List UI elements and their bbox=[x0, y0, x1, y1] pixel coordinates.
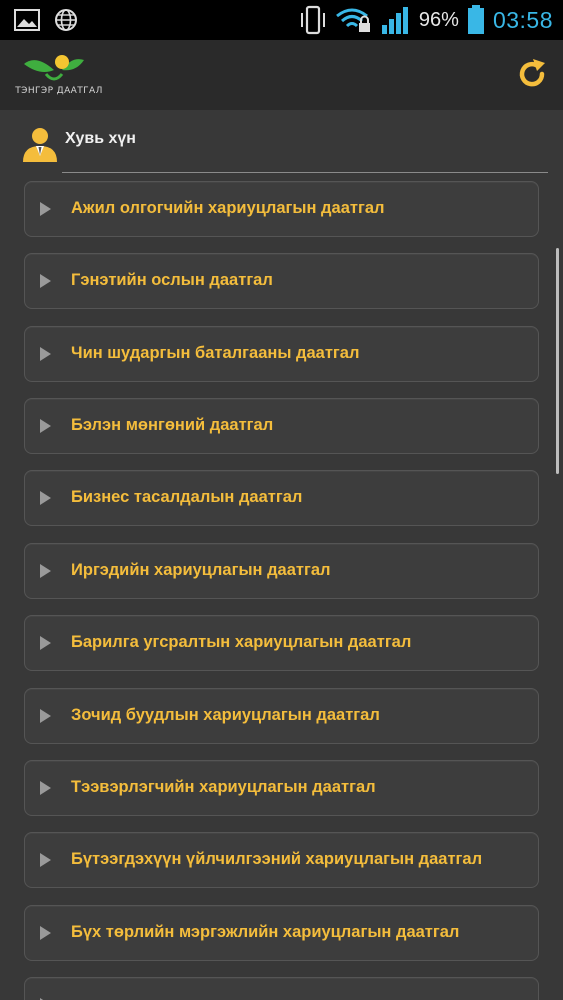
expand-arrow-icon bbox=[40, 709, 51, 723]
expand-arrow-icon bbox=[40, 202, 51, 216]
insurance-list: Ажил олгогчийн хариуцлагын даатгал Гэнэт… bbox=[0, 180, 563, 1000]
section-title: Хувь хүн bbox=[65, 130, 136, 147]
status-bar-left bbox=[14, 8, 78, 32]
status-bar-right: 96% 03:58 bbox=[299, 5, 553, 35]
list-item[interactable]: Чин шударгын баталгааны даатгал bbox=[24, 326, 539, 382]
expand-arrow-icon bbox=[40, 274, 51, 288]
list-item[interactable] bbox=[24, 977, 539, 1000]
expand-arrow-icon bbox=[40, 347, 51, 361]
logo[interactable]: ТЭНГЭР ДААТГАЛ bbox=[14, 52, 104, 98]
battery-icon bbox=[467, 5, 484, 34]
list-item-label: Гэнэтийн ослын даатгал bbox=[71, 271, 273, 289]
logo-icon bbox=[24, 55, 84, 81]
list-item[interactable]: Бэлэн мөнгөний даатгал bbox=[24, 398, 539, 454]
list-item[interactable]: Иргэдийн хариуцлагын даатгал bbox=[24, 543, 539, 599]
list-item-label: Чин шударгын баталгааны даатгал bbox=[71, 344, 360, 362]
clock: 03:58 bbox=[492, 6, 553, 33]
list-item-label: Бэлэн мөнгөний даатгал bbox=[71, 416, 274, 434]
list-item-label: Барилга угсралтын хариуцлагын даатгал bbox=[71, 633, 412, 651]
expand-arrow-icon bbox=[40, 636, 51, 650]
list-item[interactable]: Ажил олгогчийн хариуцлагын даатгал bbox=[24, 181, 539, 237]
refresh-button[interactable] bbox=[515, 57, 549, 91]
list-item-label: Иргэдийн хариуцлагын даатгал bbox=[71, 561, 331, 579]
list-item-label: Бүх төрлийн мэргэжлийн хариуцлагын даатг… bbox=[71, 923, 460, 941]
app-bar: ТЭНГЭР ДААТГАЛ bbox=[0, 40, 563, 110]
expand-arrow-icon bbox=[40, 926, 51, 940]
expand-arrow-icon bbox=[40, 564, 51, 578]
image-icon bbox=[14, 9, 40, 31]
list-item-label: Зочид буудлын хариуцлагын даатгал bbox=[71, 706, 380, 724]
list-item[interactable]: Бизнес тасалдалын даатгал bbox=[24, 470, 539, 526]
scrollbar[interactable] bbox=[556, 248, 559, 474]
list-item[interactable]: Гэнэтийн ослын даатгал bbox=[24, 253, 539, 309]
signal-icon bbox=[381, 7, 408, 34]
wifi-lock-icon bbox=[335, 8, 370, 32]
content-area: Хувь хүн Ажил олгогчийн хариуцлагын даат… bbox=[0, 110, 563, 1000]
list-item[interactable]: Бүх төрлийн мэргэжлийн хариуцлагын даатг… bbox=[24, 905, 539, 961]
list-item-label: Ажил олгогчийн хариуцлагын даатгал bbox=[71, 199, 385, 217]
person-icon bbox=[23, 128, 57, 162]
list-item-label: Бүтээгдэхүүн үйлчилгээний хариуцлагын да… bbox=[71, 850, 483, 868]
status-bar: 96% 03:58 bbox=[0, 0, 563, 40]
list-item[interactable]: Тээвэрлэгчийн хариуцлагын даатгал bbox=[24, 760, 539, 816]
battery-percent: 96% bbox=[418, 8, 459, 31]
section-divider bbox=[62, 172, 548, 173]
vibrate-icon bbox=[300, 5, 325, 35]
expand-arrow-icon bbox=[40, 419, 51, 433]
expand-arrow-icon bbox=[40, 853, 51, 867]
list-item[interactable]: Зочид буудлын хариуцлагын даатгал bbox=[24, 688, 539, 744]
logo-text: ТЭНГЭР ДААТГАЛ bbox=[15, 86, 103, 96]
globe-icon bbox=[55, 9, 77, 31]
list-item-label: Тээвэрлэгчийн хариуцлагын даатгал bbox=[71, 778, 376, 796]
refresh-icon bbox=[519, 59, 545, 87]
expand-arrow-icon bbox=[40, 491, 51, 505]
expand-arrow-icon bbox=[40, 781, 51, 795]
list-item[interactable]: Барилга угсралтын хариуцлагын даатгал bbox=[24, 615, 539, 671]
section-header: Хувь хүн bbox=[22, 124, 548, 173]
list-item[interactable]: Бүтээгдэхүүн үйлчилгээний хариуцлагын да… bbox=[24, 832, 539, 888]
list-item-label: Бизнес тасалдалын даатгал bbox=[71, 488, 303, 506]
